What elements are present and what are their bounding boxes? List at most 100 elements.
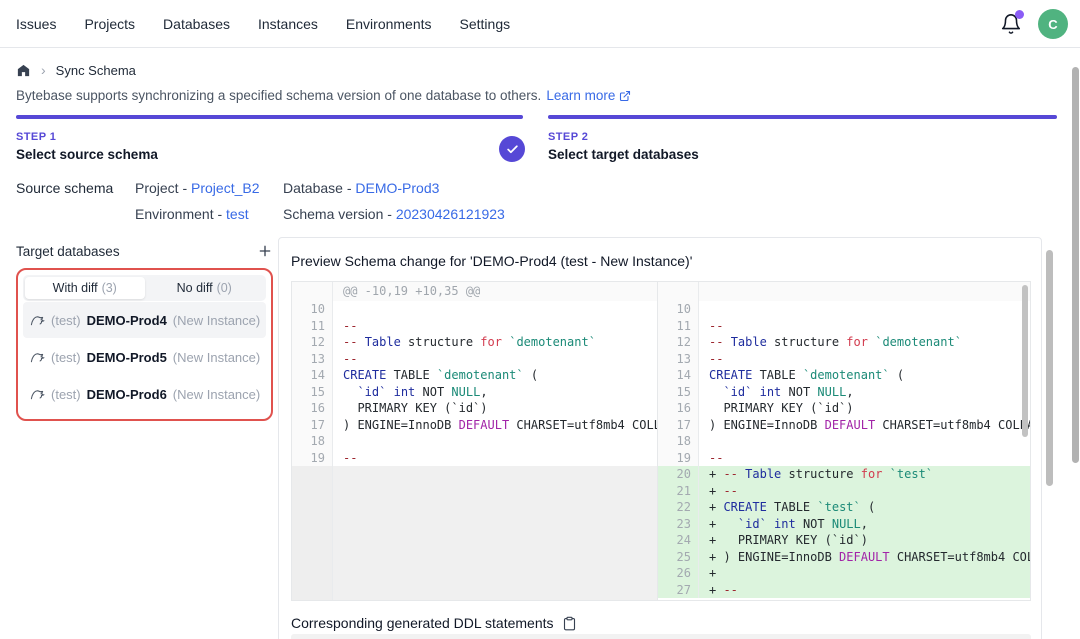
nav-item-issues[interactable]: Issues — [16, 16, 56, 32]
line-content: + `id` int NOT NULL, — [699, 516, 1030, 533]
field-environment-label: Environment - — [135, 206, 222, 222]
line-number: 23 — [658, 516, 699, 533]
line-content: `id` int NOT NULL, — [333, 384, 657, 401]
line-content — [699, 282, 1030, 301]
line-content: `id` int NOT NULL, — [699, 384, 1030, 401]
field-environment: Environment - test — [135, 206, 249, 222]
line-number — [292, 282, 333, 301]
db-suffix: (New Instance) — [173, 350, 260, 365]
diff-pane-old: @@ -10,19 +10,35 @@1011--12-- Table stru… — [292, 282, 658, 600]
field-database: Database - DEMO-Prod3 — [283, 180, 439, 196]
breadcrumb-page: Sync Schema — [56, 63, 136, 78]
diff-line: 24+ PRIMARY KEY (`id`) — [658, 532, 1030, 549]
preview-card: Preview Schema change for 'DEMO-Prod4 (t… — [278, 237, 1042, 639]
diff-line: 14CREATE TABLE `demotenant` ( — [292, 367, 657, 384]
nav-item-projects[interactable]: Projects — [84, 16, 135, 32]
nav-item-environments[interactable]: Environments — [346, 16, 432, 32]
ddl-title: Corresponding generated DDL statements — [291, 615, 554, 631]
learn-more-link[interactable]: Learn more — [546, 88, 631, 103]
tab-with-diff-label: With diff — [53, 281, 98, 295]
nav-items: Issues Projects Databases Instances Environm… — [0, 16, 510, 32]
line-number: 13 — [658, 351, 699, 368]
add-target-database-button[interactable] — [257, 243, 273, 259]
line-number: 17 — [292, 417, 333, 434]
diff-line: 19-- — [292, 450, 657, 467]
diff-line: 15 `id` int NOT NULL, — [658, 384, 1030, 401]
line-number: 15 — [292, 384, 333, 401]
line-content: + -- Table structure for `test` — [699, 466, 1030, 483]
target-database-item-demo-prod5[interactable]: (test)DEMO-Prod5(New Instance) — [23, 339, 266, 375]
copy-ddl-button[interactable] — [562, 616, 577, 631]
line-content: @@ -10,19 +10,35 @@ — [333, 282, 657, 301]
field-schema-version: Schema version - 20230426121923 — [283, 206, 505, 222]
database-link[interactable]: DEMO-Prod3 — [355, 180, 439, 196]
diff-line: 13-- — [292, 351, 657, 368]
target-databases-box: With diff (3) No diff (0) (test)DEMO-Pro… — [16, 268, 273, 421]
line-content: + ) ENGINE=InnoDB DEFAULT CHARSET=utf8mb… — [699, 549, 1030, 566]
tab-no-diff[interactable]: No diff (0) — [145, 277, 265, 299]
target-database-item-demo-prod6[interactable]: (test)DEMO-Prod6(New Instance) — [23, 376, 266, 412]
line-number: 25 — [658, 549, 699, 566]
db-environment: (test) — [51, 387, 81, 402]
page-scrollbar[interactable] — [1072, 67, 1079, 463]
diff-line: 17) ENGINE=InnoDB DEFAULT CHARSET=utf8mb… — [292, 417, 657, 434]
field-database-label: Database - — [283, 180, 351, 196]
diff-hunk-row: @@ -10,19 +10,35 @@ — [292, 282, 657, 301]
diff-line: 11-- — [658, 318, 1030, 335]
line-content: -- — [333, 318, 657, 335]
line-content — [699, 433, 1030, 450]
diff-line: 18 — [658, 433, 1030, 450]
diff-line: 13-- — [658, 351, 1030, 368]
line-number: 18 — [658, 433, 699, 450]
line-number: 14 — [658, 367, 699, 384]
diff-empty-filler — [292, 466, 657, 600]
line-content: -- Table structure for `demotenant` — [333, 334, 657, 351]
nav-item-databases[interactable]: Databases — [163, 16, 230, 32]
target-database-list: (test)DEMO-Prod4(New Instance)(test)DEMO… — [23, 302, 266, 412]
line-content: + -- — [699, 582, 1030, 599]
line-number: 11 — [658, 318, 699, 335]
line-content: + -- — [699, 483, 1030, 500]
chevron-right-icon: › — [41, 62, 46, 78]
line-content: CREATE TABLE `demotenant` ( — [699, 367, 1030, 384]
diff-pane-scrollbar[interactable] — [1022, 285, 1028, 437]
tab-with-diff[interactable]: With diff (3) — [25, 277, 145, 299]
card-scrollbar[interactable] — [1046, 250, 1053, 486]
line-number: 19 — [292, 450, 333, 467]
mysql-icon — [30, 387, 45, 402]
line-content: -- — [699, 450, 1030, 467]
nav-item-instances[interactable]: Instances — [258, 16, 318, 32]
check-icon — [506, 143, 519, 156]
diff-line: 27+ -- — [658, 582, 1030, 599]
diff-line: 11-- — [292, 318, 657, 335]
schema-version-link[interactable]: 20230426121923 — [396, 206, 505, 222]
target-database-item-demo-prod4[interactable]: (test)DEMO-Prod4(New Instance) — [23, 302, 266, 338]
line-content: -- Table structure for `demotenant` — [699, 334, 1030, 351]
notifications-button[interactable] — [1000, 13, 1022, 35]
line-number: 18 — [292, 433, 333, 450]
diff-line: 26+ — [658, 565, 1030, 582]
diff-filter-tabs: With diff (3) No diff (0) — [23, 275, 266, 301]
ddl-section-header: Corresponding generated DDL statements — [291, 615, 577, 631]
line-number: 26 — [658, 565, 699, 582]
line-content: CREATE TABLE `demotenant` ( — [333, 367, 657, 384]
db-name: DEMO-Prod5 — [87, 350, 167, 365]
environment-link[interactable]: test — [226, 206, 249, 222]
step1-title: Select source schema — [16, 147, 158, 162]
line-content: ) ENGINE=InnoDB DEFAULT CHARSET=utf8mb4 … — [333, 417, 657, 434]
diff-line: 22+ CREATE TABLE `test` ( — [658, 499, 1030, 516]
line-number: 10 — [292, 301, 333, 318]
field-project: Project - Project_B2 — [135, 180, 260, 196]
nav-item-settings[interactable]: Settings — [460, 16, 511, 32]
diff-line: 10 — [658, 301, 1030, 318]
field-project-label: Project - — [135, 180, 187, 196]
home-icon[interactable] — [16, 63, 31, 78]
diff-line: 25+ ) ENGINE=InnoDB DEFAULT CHARSET=utf8… — [658, 549, 1030, 566]
learn-more-label: Learn more — [546, 88, 615, 103]
avatar[interactable]: C — [1038, 9, 1068, 39]
diff-line: 14CREATE TABLE `demotenant` ( — [658, 367, 1030, 384]
line-number: 12 — [658, 334, 699, 351]
diff-line: 12-- Table structure for `demotenant` — [292, 334, 657, 351]
project-link[interactable]: Project_B2 — [191, 180, 259, 196]
line-content: -- — [333, 351, 657, 368]
